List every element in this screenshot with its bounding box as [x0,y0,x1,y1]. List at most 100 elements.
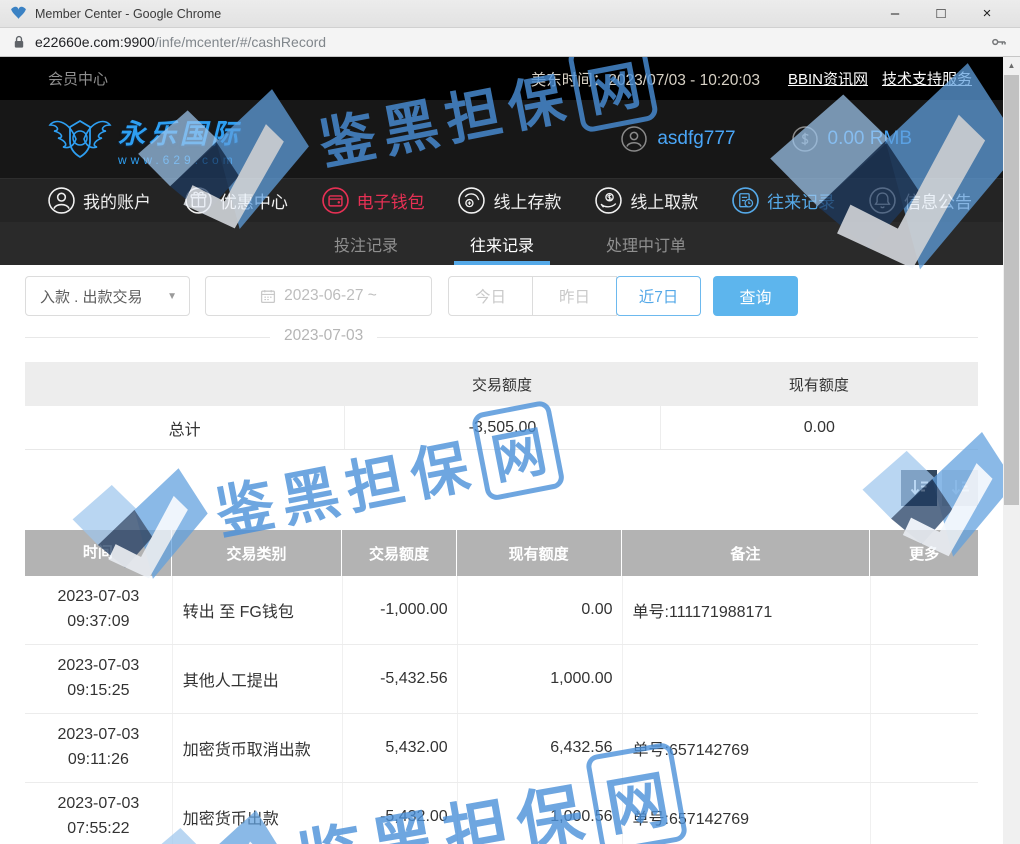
summary-total-row: 总计 -3,505.00 0.00 [25,406,978,450]
summary-table: 交易额度 现有额度 总计 -3,505.00 0.00 [25,362,978,450]
close-button[interactable]: × [964,0,1010,28]
account-balance[interactable]: 0.00 RMB [792,126,912,152]
logo-site-url: www.629.com [118,153,242,167]
cell-type: 其他人工提出 [172,645,343,713]
url-text[interactable]: e22660e.com:9900/infe/mcenter/#/cashReco… [35,34,326,50]
page-scrollbar[interactable]: ▲ [1003,57,1020,844]
cell-time: 2023-07-0309:15:25 [25,645,172,713]
deposit-icon [458,187,485,214]
nav-label: 信息公告 [904,188,972,213]
cell-time: 2023-07-0309:11:26 [25,714,172,782]
nav-label: 往来记录 [767,188,835,213]
window-title: Member Center - Google Chrome [35,7,221,21]
nav-promotions[interactable]: 优惠中心 [185,187,288,214]
yesterday-button[interactable]: 昨日 [532,276,617,316]
cell-type: 加密货币出款 [172,783,343,844]
scrollbar-thumb[interactable] [1004,75,1019,505]
main-navigation: 我的账户 优惠中心 电子钱包 线上存款 [0,178,1020,222]
summary-header-amount: 交易额度 [344,374,659,395]
date-group-divider: 2023-07-03 [25,337,978,338]
tech-support-link[interactable]: 技术支持服务 [882,68,972,89]
site-logo[interactable]: 永乐国际 www.629.com [48,111,242,167]
sort-ascending-button[interactable] [942,470,978,506]
cell-balance: 6,432.56 [457,714,622,782]
content-area: 入款 . 出款交易 ▼ 2023-06-27 ~ 今日 昨日 近7日 查询 20… [0,276,1020,844]
cell-amount: -5,432.56 [342,645,456,713]
filter-bar: 入款 . 出款交易 ▼ 2023-06-27 ~ 今日 昨日 近7日 查询 [25,276,978,316]
lock-icon [12,34,26,50]
summary-header-row: 交易额度 现有额度 [25,362,978,406]
dollar-coin-icon [792,126,818,152]
sort-descending-button[interactable] [901,470,937,506]
nav-label: 线上取款 [630,188,698,213]
brand-bar: 永乐国际 www.629.com asdfg777 0.00 RMB [0,100,1020,178]
tab-pending-orders[interactable]: 处理中订单 [590,222,702,265]
nav-my-account[interactable]: 我的账户 [48,187,151,214]
logo-wings-icon [48,111,112,167]
url-host: e22660e.com:9900 [35,34,155,50]
bbin-news-link[interactable]: BBIN资讯网 [788,68,868,89]
records-table: 时间 交易类别 交易额度 现有额度 备注 更多 2023-07-0309:37:… [25,530,978,844]
user-icon [621,126,647,152]
cell-amount: -1,000.00 [342,576,456,644]
nav-transaction-records[interactable]: 往来记录 [732,187,835,214]
tab-transaction-records[interactable]: 往来记录 [454,222,550,265]
summary-total-label: 总计 [25,416,344,440]
key-icon[interactable] [990,33,1008,51]
col-balance: 现有额度 [457,530,622,576]
bell-icon [869,187,896,214]
last7days-button[interactable]: 近7日 [616,276,701,316]
wallet-icon [322,187,349,214]
cell-type: 转出 至 FG钱包 [172,576,343,644]
table-row: 2023-07-0307:55:22 加密货币出款 -5,432.00 1,00… [25,783,978,844]
username-text: asdfg777 [657,128,735,150]
cell-amount: 5,432.00 [342,714,456,782]
transaction-type-value: 入款 . 出款交易 [40,286,143,307]
date-range-picker[interactable]: 2023-06-27 ~ [205,276,432,316]
cell-balance: 1,000.00 [457,645,622,713]
col-more: 更多 [870,530,978,576]
search-button[interactable]: 查询 [713,276,798,316]
cell-type: 加密货币取消出款 [172,714,343,782]
minimize-button[interactable]: – [872,0,918,28]
date-group-label: 2023-07-03 [270,327,377,345]
col-time: 时间 [25,530,172,576]
col-type: 交易类别 [172,530,343,576]
cell-time: 2023-07-0307:55:22 [25,783,172,844]
withdrawal-icon [595,187,622,214]
maximize-button[interactable]: □ [918,0,964,28]
nav-online-deposit[interactable]: 线上存款 [458,187,561,214]
col-amount: 交易额度 [342,530,456,576]
transaction-type-select[interactable]: 入款 . 出款交易 ▼ [25,276,190,316]
chevron-down-icon: ▼ [167,291,177,302]
tab-bet-records[interactable]: 投注记录 [318,222,414,265]
gift-icon [185,187,212,214]
window-titlebar: Member Center - Google Chrome – □ × [0,0,1020,28]
summary-header-balance: 现有额度 [660,374,978,395]
us-eastern-time: 美东时间：2023/07/03 - 10:20:03 [531,68,760,90]
address-bar[interactable]: e22660e.com:9900/infe/mcenter/#/cashReco… [0,28,1020,57]
nav-label: 我的账户 [83,188,151,213]
sub-navigation: 投注记录 往来记录 处理中订单 [0,222,1020,265]
today-button[interactable]: 今日 [448,276,533,316]
date-range-value: 2023-06-27 ~ [284,287,377,305]
nav-e-wallet[interactable]: 电子钱包 [322,187,425,214]
scroll-up-arrow[interactable]: ▲ [1003,57,1020,74]
cell-balance: 0.00 [457,576,622,644]
table-row: 2023-07-0309:11:26 加密货币取消出款 5,432.00 6,4… [25,714,978,783]
nav-online-withdrawal[interactable]: 线上取款 [595,187,698,214]
cell-note: 单号:657142769 [622,783,871,844]
cell-note: 单号:657142769 [622,714,871,782]
calendar-icon [260,288,276,304]
nav-announcements[interactable]: 信息公告 [869,187,972,214]
site-favicon [10,5,27,22]
cell-more [870,576,978,644]
cell-more [870,714,978,782]
account-username[interactable]: asdfg777 [621,126,735,152]
cell-balance: 1,000.56 [457,783,622,844]
balance-text: 0.00 RMB [828,128,912,150]
nav-label: 线上存款 [493,188,561,213]
nav-label: 电子钱包 [357,188,425,213]
cell-more [870,783,978,844]
quick-range-group: 今日 昨日 近7日 [448,276,701,316]
